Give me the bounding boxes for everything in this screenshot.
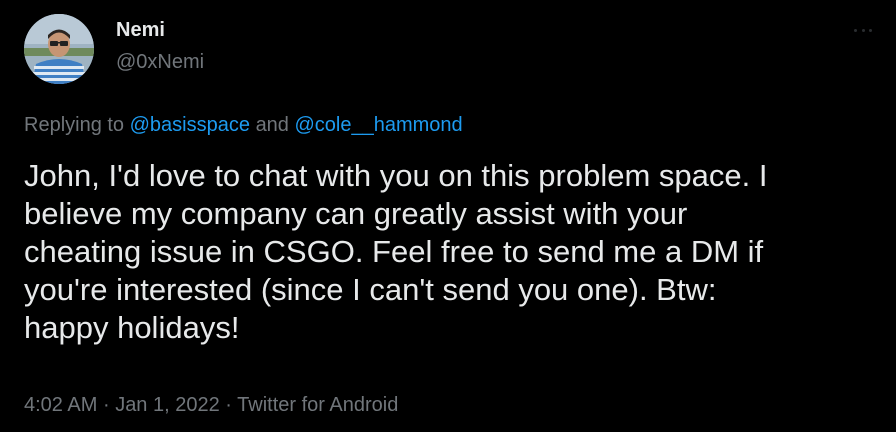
- tweet-source[interactable]: Twitter for Android: [237, 394, 398, 416]
- tweet-line: cheating issue in CSGO. Feel free to sen…: [24, 234, 764, 269]
- replying-to-line: Replying to @basisspace and @cole__hammo…: [24, 112, 463, 138]
- tweet-line: happy holidays!: [24, 310, 240, 345]
- meta-separator: ·: [225, 394, 232, 416]
- author-name[interactable]: Nemi: [116, 18, 165, 42]
- tweet-time[interactable]: 4:02 AM: [24, 394, 97, 416]
- replying-conjunction: and: [255, 114, 289, 136]
- more-dot: [861, 28, 865, 32]
- tweet-line: you're interested (since I can't send yo…: [24, 272, 717, 307]
- tweet-line: John, I'd love to chat with you on this …: [24, 158, 768, 193]
- more-dot: [854, 28, 857, 32]
- tweet-meta: 4:02 AM · Jan 1, 2022 · Twitter for Andr…: [24, 392, 398, 418]
- avatar[interactable]: [24, 14, 94, 84]
- more-options-icon[interactable]: [854, 26, 872, 34]
- tweet-card: Nemi @0xNemi Replying to @basisspace and…: [0, 0, 896, 432]
- meta-separator: ·: [102, 394, 110, 416]
- tweet-line: believe my company can greatly assist wi…: [24, 196, 688, 231]
- mention-cole-hammond[interactable]: @cole__hammond: [295, 114, 463, 136]
- mention-basisspace[interactable]: @basisspace: [130, 114, 250, 136]
- more-dot: [869, 28, 872, 32]
- replying-prefix: Replying to: [24, 114, 125, 136]
- tweet-date[interactable]: Jan 1, 2022: [115, 394, 220, 416]
- author-handle[interactable]: @0xNemi: [116, 50, 204, 74]
- tweet-text: John, I'd love to chat with you on this …: [24, 157, 864, 347]
- avatar-image: [24, 14, 94, 84]
